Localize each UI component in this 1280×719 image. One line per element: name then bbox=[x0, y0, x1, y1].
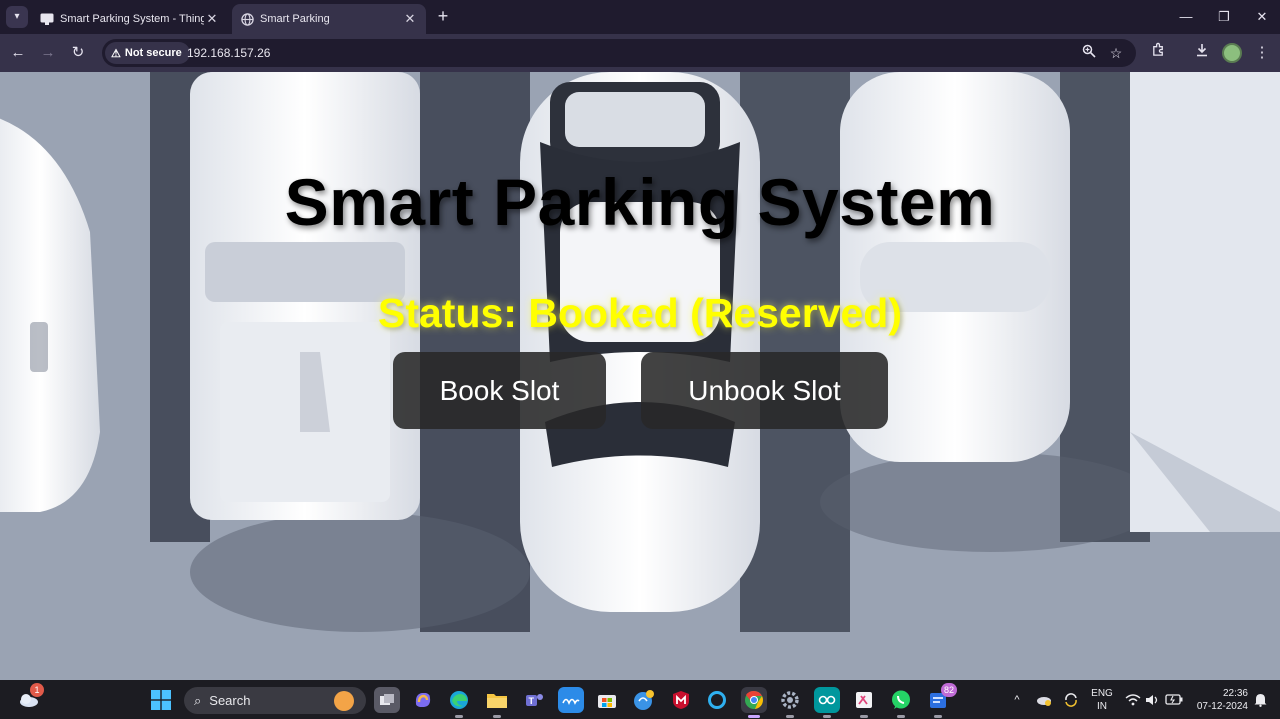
edge-browser-icon[interactable] bbox=[446, 687, 472, 718]
snipping-tool-icon[interactable] bbox=[851, 687, 877, 718]
thingspeak-favicon-icon bbox=[40, 12, 54, 26]
copilot-icon[interactable] bbox=[410, 687, 436, 713]
book-slot-button[interactable]: Book Slot bbox=[393, 352, 606, 429]
extensions-puzzle-icon[interactable] bbox=[1146, 41, 1170, 65]
downloads-icon[interactable] bbox=[1190, 41, 1214, 65]
language-region: IN bbox=[1097, 701, 1107, 712]
page-viewport: Smart Parking System Status: Booked (Res… bbox=[0, 72, 1280, 680]
new-tab-button[interactable]: + bbox=[432, 6, 454, 28]
language-code: ENG bbox=[1091, 688, 1113, 699]
close-window-button[interactable]: ✕ bbox=[1242, 4, 1280, 30]
settings-gear-icon[interactable] bbox=[777, 687, 803, 718]
bookmark-star-icon[interactable]: ☆ bbox=[1106, 43, 1126, 63]
reload-icon[interactable]: ↻ bbox=[66, 41, 90, 65]
battery-icon[interactable] bbox=[1164, 680, 1184, 719]
todo-badge: 82 bbox=[940, 683, 957, 697]
close-tab-icon[interactable]: ✕ bbox=[204, 11, 220, 27]
wifi-icon[interactable] bbox=[1124, 680, 1142, 719]
url-text[interactable]: 192.168.157.26 bbox=[187, 39, 270, 67]
security-label: Not secure bbox=[124, 47, 182, 59]
search-highlight-icon bbox=[334, 691, 354, 711]
search-label: Search bbox=[209, 693, 251, 708]
task-view-icon[interactable] bbox=[374, 687, 400, 713]
onedrive-sync-icon[interactable] bbox=[1032, 680, 1056, 719]
tab-strip: ▾ Smart Parking System - ThingSp ✕ Smart… bbox=[0, 0, 1280, 34]
windows-taskbar: 1 ⌕ Search T 82 ^ ENG IN 22:36 07-12-202… bbox=[0, 680, 1280, 719]
tab-title: Smart Parking bbox=[260, 13, 330, 25]
whatsapp-icon[interactable] bbox=[888, 687, 914, 718]
clock-time: 22:36 bbox=[1222, 688, 1248, 699]
close-tab-icon[interactable]: ✕ bbox=[402, 11, 418, 27]
microsoft-store-icon[interactable] bbox=[594, 687, 620, 713]
tab-title: Smart Parking System - ThingSp bbox=[60, 13, 204, 25]
windows-start-icon[interactable] bbox=[148, 687, 174, 713]
teams-icon[interactable]: T bbox=[521, 687, 547, 713]
clock-date: 07-12-2024 bbox=[1196, 701, 1248, 712]
weather-widget-icon[interactable]: 1 bbox=[16, 683, 44, 713]
taskbar-search-box[interactable]: ⌕ Search bbox=[184, 687, 366, 714]
file-explorer-icon[interactable] bbox=[484, 687, 510, 718]
tab-smart-parking[interactable]: Smart Parking ✕ bbox=[232, 4, 426, 34]
chrome-sync-icon[interactable] bbox=[631, 687, 657, 713]
taskbar-clock[interactable]: 22:36 07-12-2024 bbox=[1188, 687, 1248, 713]
more-menu-icon[interactable]: ⋮ bbox=[1250, 41, 1274, 65]
unbook-slot-button[interactable]: Unbook Slot bbox=[641, 352, 888, 429]
volume-icon[interactable] bbox=[1144, 680, 1162, 719]
todo-app-icon[interactable]: 82 bbox=[925, 683, 957, 718]
page-title: Smart Parking System bbox=[284, 165, 996, 239]
search-icon: ⌕ bbox=[194, 692, 202, 708]
arduino-ide-icon[interactable] bbox=[814, 687, 840, 718]
weather-badge: 1 bbox=[30, 683, 44, 697]
address-bar[interactable]: ⚠ Not secure 192.168.157.26 ☆ bbox=[102, 39, 1136, 67]
browser-toolbar: ← → ↻ ⚠ Not secure 192.168.157.26 ☆ ⋮ bbox=[0, 34, 1280, 72]
restore-button[interactable]: ❐ bbox=[1204, 4, 1244, 30]
profile-avatar[interactable] bbox=[1222, 43, 1242, 63]
site-security-chip[interactable]: ⚠ Not secure bbox=[105, 42, 190, 64]
minimize-button[interactable]: — bbox=[1166, 4, 1206, 30]
warning-icon: ⚠ bbox=[111, 47, 121, 60]
globe-icon bbox=[240, 12, 254, 26]
forward-arrow-icon[interactable]: → bbox=[36, 41, 60, 65]
show-hidden-icons-chevron-icon[interactable]: ^ bbox=[1008, 680, 1026, 719]
input-language-indicator[interactable]: ENG IN bbox=[1090, 687, 1114, 713]
update-sync-icon[interactable] bbox=[1060, 680, 1082, 719]
slot-status-text: Status: Booked (Reserved) bbox=[377, 290, 902, 336]
chrome-browser-icon[interactable] bbox=[741, 687, 767, 718]
cortana-icon[interactable] bbox=[704, 687, 730, 713]
tab-search-menu-button[interactable]: ▾ bbox=[6, 6, 28, 28]
notification-bell-icon[interactable] bbox=[1252, 680, 1268, 719]
tab-thingspeak[interactable]: Smart Parking System - ThingSp ✕ bbox=[32, 4, 228, 34]
back-arrow-icon[interactable]: ← bbox=[6, 41, 30, 65]
svg-text:T: T bbox=[529, 696, 535, 706]
zoom-icon[interactable] bbox=[1079, 43, 1099, 63]
mylp-app-icon[interactable] bbox=[558, 687, 584, 713]
mcafee-icon[interactable] bbox=[668, 687, 694, 713]
